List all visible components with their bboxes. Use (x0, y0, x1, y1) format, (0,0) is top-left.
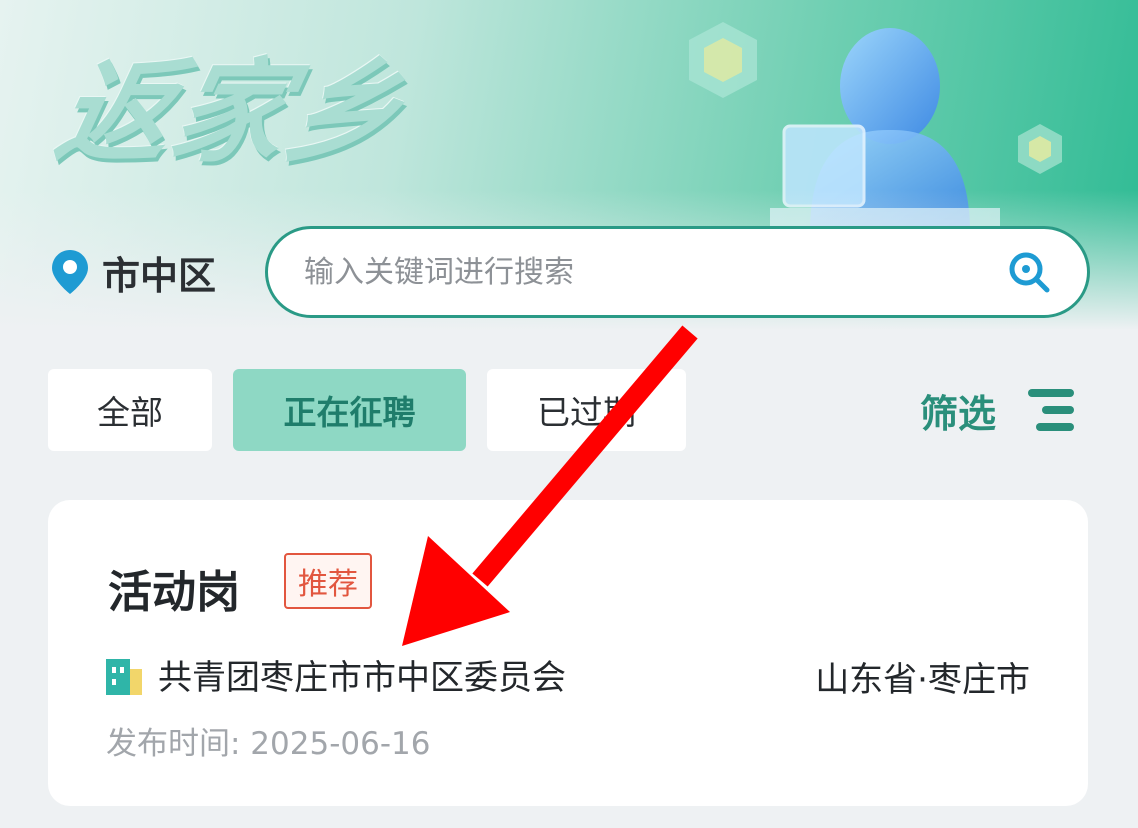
location-pin-icon (52, 250, 88, 294)
banner-logo-text: 返家乡 (46, 48, 416, 178)
building-icon (106, 658, 142, 695)
search-bar[interactable] (265, 226, 1090, 318)
job-card[interactable]: 活动岗 推荐 共青团枣庄市市中区委员会 山东省·枣庄市 发布时间: 2025-0… (48, 500, 1088, 806)
tab-all[interactable]: 全部 (48, 369, 212, 451)
tab-expired[interactable]: 已过期 (487, 369, 686, 451)
job-region: 山东省·枣庄市 (815, 660, 1030, 700)
hexagon-decoration-icon (1018, 124, 1062, 174)
recommend-badge: 推荐 (284, 553, 372, 609)
publish-date: 发布时间: 2025-06-16 (106, 726, 431, 762)
filter-label: 筛选 (920, 391, 997, 436)
search-input[interactable] (304, 254, 1007, 290)
location-label: 市中区 (102, 253, 217, 298)
hexagon-decoration-icon (689, 22, 757, 98)
tab-recruiting[interactable]: 正在征聘 (233, 369, 466, 451)
location-selector[interactable]: 市中区 (50, 246, 216, 298)
organization-name: 共青团枣庄市市中区委员会 (158, 658, 566, 698)
search-icon[interactable] (1007, 250, 1051, 294)
filter-lines-icon (1028, 389, 1075, 431)
job-title: 活动岗 (108, 567, 240, 618)
organization-row: 共青团枣庄市市中区委员会 (106, 650, 566, 699)
filter-button[interactable]: 筛选 (920, 380, 1076, 440)
